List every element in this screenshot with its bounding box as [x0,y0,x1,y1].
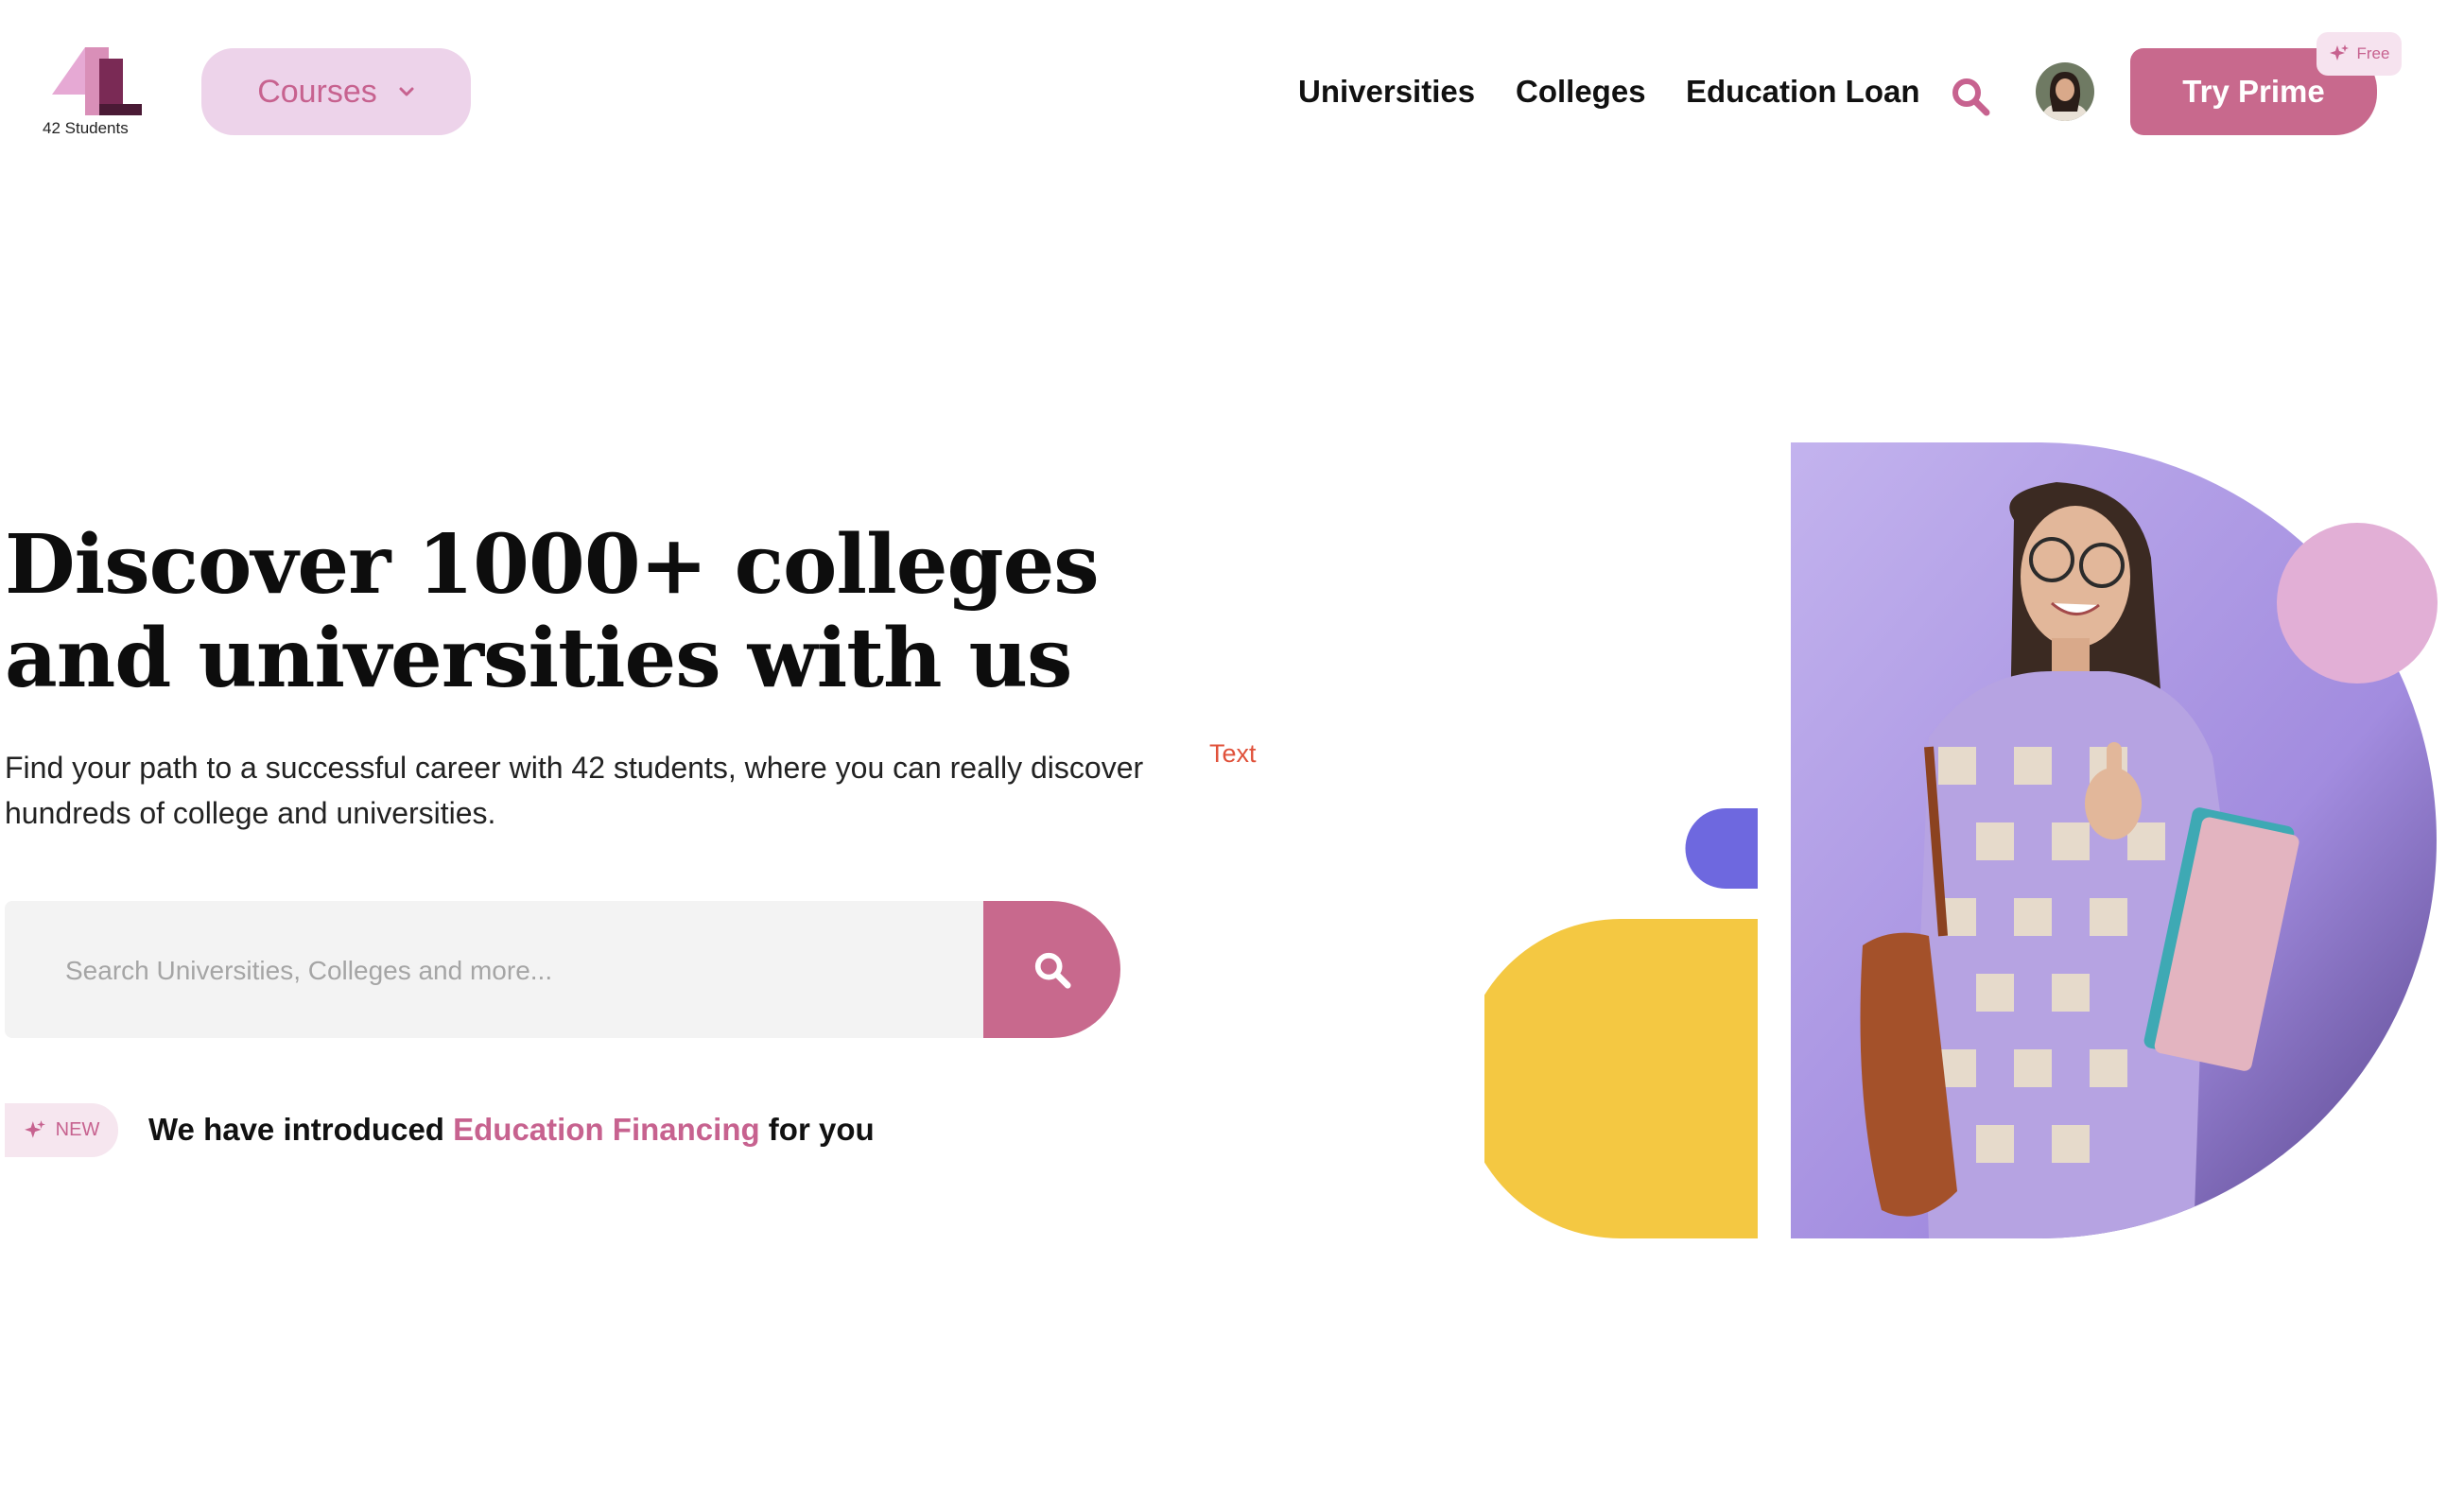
search-icon [1034,952,1071,989]
nav-education-loan[interactable]: Education Loan [1686,74,1920,110]
announcement: We have introduced Education Financing f… [148,1112,875,1148]
stray-text-label: Text [1209,739,1257,768]
hero-illustration [1484,442,2438,1238]
education-financing-link[interactable]: Education Financing [453,1112,760,1147]
courses-label: Courses [257,73,377,110]
avatar-image [2036,62,2094,121]
courses-dropdown-button[interactable]: Courses [201,48,471,135]
free-badge-label: Free [2356,44,2390,62]
avatar[interactable] [2036,62,2094,121]
search-bar [5,901,983,1040]
search-input[interactable] [63,901,965,1040]
nav-universities[interactable]: Universities [1298,74,1475,110]
pink-circle [2277,523,2438,684]
indigo-shape [1685,808,1758,889]
nav-colleges[interactable]: Colleges [1516,74,1646,110]
chevron-down-icon [399,87,414,96]
sparkle-icon [24,1119,45,1138]
new-badge-label: NEW [55,1119,100,1140]
new-badge: NEW [5,1103,118,1157]
announcement-prefix: We have introduced [148,1112,454,1147]
search-icon[interactable] [1950,76,1991,117]
sparkle-icon [2329,44,2349,61]
announcement-suffix: for you [759,1112,875,1147]
free-badge: Free [2317,32,2402,76]
yellow-shape [1484,919,1758,1238]
hero-title: Discover 1000+ colleges and universities… [5,517,1100,706]
hero-subtitle: Find your path to a successful career wi… [5,751,1144,830]
search-button[interactable] [983,901,1120,1038]
logo-text: 42 Students [43,119,129,137]
